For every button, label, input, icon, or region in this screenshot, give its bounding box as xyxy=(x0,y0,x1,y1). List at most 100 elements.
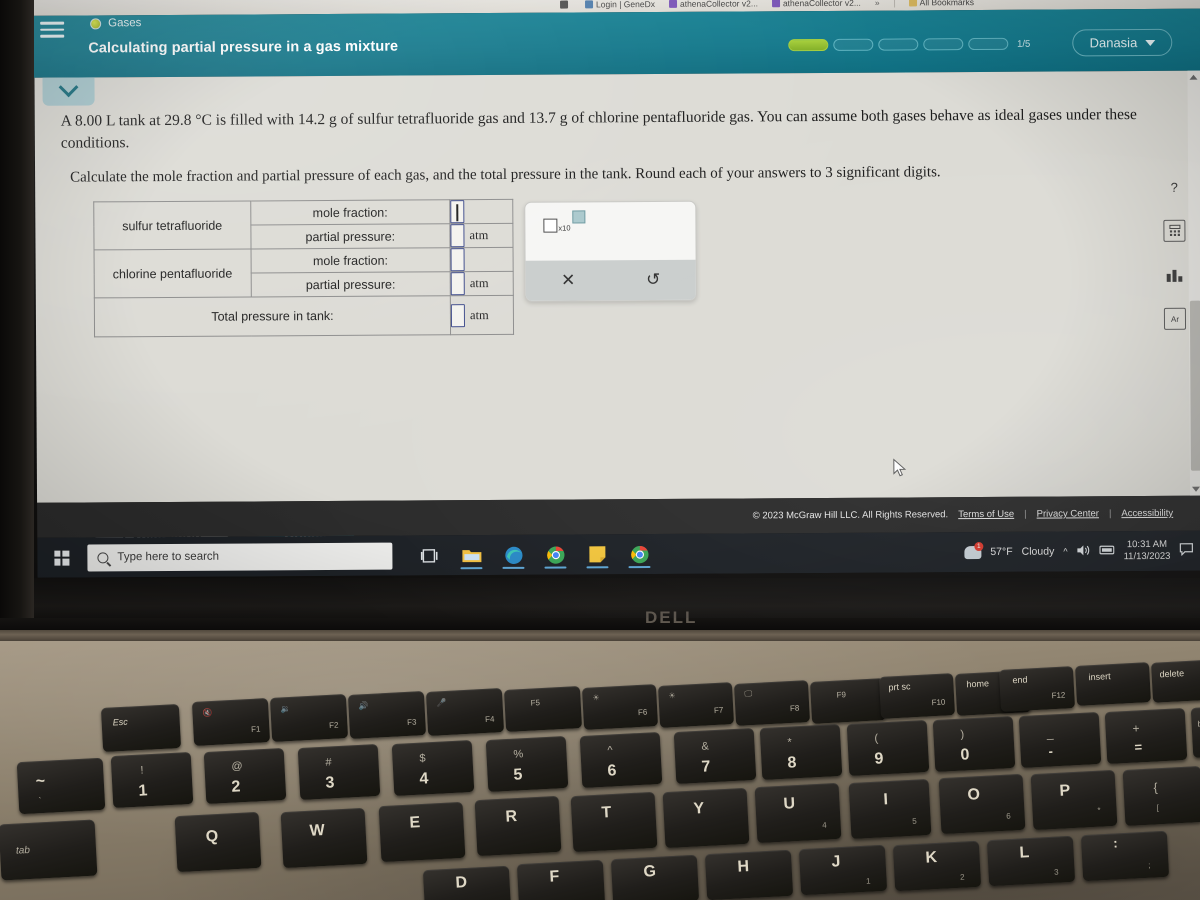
key-9[interactable]: ( 9 xyxy=(846,719,930,777)
start-button[interactable] xyxy=(37,537,85,577)
bookmark-item[interactable]: athenaCollector v2... xyxy=(771,0,861,8)
key-g[interactable]: G xyxy=(610,854,700,900)
key-r[interactable]: R xyxy=(474,795,562,857)
mole-fraction-input-clf5[interactable] xyxy=(450,248,465,272)
key-8[interactable]: * 8 xyxy=(759,723,843,781)
user-menu-button[interactable]: Danasia xyxy=(1072,28,1173,57)
key-esc[interactable]: Esc xyxy=(100,703,182,753)
scroll-up-arrow-icon[interactable] xyxy=(1189,74,1198,80)
key-f[interactable]: F xyxy=(516,859,606,900)
key-1[interactable]: ! 1 xyxy=(110,751,194,809)
key-label-alt: 3 xyxy=(1053,867,1059,877)
key-backtick[interactable]: ~ ` xyxy=(16,757,106,815)
key-i[interactable]: I 5 xyxy=(848,778,932,840)
search-input[interactable]: Type here to search xyxy=(87,542,393,571)
key-2[interactable]: @ 2 xyxy=(203,747,287,805)
answer-field-cell: atm xyxy=(450,295,514,335)
mole-fraction-input-sf4[interactable] xyxy=(450,200,465,224)
key-f12-end[interactable]: end F12 xyxy=(998,666,1076,712)
key-k[interactable]: K 2 xyxy=(892,840,982,892)
species-label: chlorine pentafluoride xyxy=(94,248,251,298)
key-t[interactable]: T xyxy=(570,791,658,853)
chrome-browser-icon-2[interactable] xyxy=(626,539,652,569)
key-f8[interactable]: 🖵 F8 xyxy=(733,680,811,726)
key-d[interactable]: D xyxy=(422,865,512,900)
key-backspace[interactable]: backspace xyxy=(1190,704,1200,758)
key-equals[interactable]: + = xyxy=(1104,707,1188,765)
bookmark-item[interactable]: athenaCollector v2... xyxy=(668,0,758,9)
clear-button[interactable]: ✕ xyxy=(561,270,575,290)
key-5[interactable]: % 5 xyxy=(485,735,569,793)
key-label: insert xyxy=(1088,671,1111,683)
key-7[interactable]: & 7 xyxy=(673,727,757,785)
key-tab[interactable]: tab xyxy=(0,819,98,881)
chrome-browser-icon[interactable] xyxy=(542,540,568,570)
all-bookmarks-button[interactable]: All Bookmarks xyxy=(908,0,974,7)
help-icon[interactable]: ? xyxy=(1163,176,1185,198)
terms-of-use-link[interactable]: Terms of Use xyxy=(958,509,1014,520)
weather-cloud-icon[interactable]: 1 xyxy=(964,541,984,559)
key-3[interactable]: # 3 xyxy=(297,743,381,801)
weather-temperature[interactable]: 57°F xyxy=(990,546,1012,558)
system-tray: 1 57°F Cloudy ^ 10:31 AM 11/13/2023 xyxy=(964,539,1200,564)
partial-pressure-input-sf4[interactable] xyxy=(450,224,465,248)
bar-chart-icon[interactable] xyxy=(1164,264,1186,286)
key-f3[interactable]: 🔊 F3 xyxy=(347,691,427,739)
key-f4[interactable]: 🎤 F4 xyxy=(425,688,505,736)
total-pressure-input[interactable] xyxy=(450,303,466,327)
hamburger-icon[interactable] xyxy=(40,18,65,42)
key-w[interactable]: W xyxy=(280,807,368,869)
key-6[interactable]: ^ 6 xyxy=(579,731,663,789)
key-f10-prtsc[interactable]: prt sc F10 xyxy=(878,673,956,719)
key-f9[interactable]: F9 xyxy=(809,678,887,724)
bookmark-overflow-button[interactable]: » xyxy=(875,0,880,8)
volume-icon[interactable] xyxy=(1076,544,1090,559)
unit-label: atm xyxy=(469,276,489,291)
show-hidden-icons-chevron-icon[interactable]: ^ xyxy=(1063,546,1067,556)
network-icon[interactable] xyxy=(1099,544,1115,558)
periodic-table-icon[interactable]: Ar xyxy=(1163,307,1187,330)
key-delete[interactable]: delete xyxy=(1151,659,1200,703)
key-0[interactable]: ) 0 xyxy=(932,715,1016,773)
key-p[interactable]: P * xyxy=(1030,769,1118,831)
divider: | xyxy=(1108,508,1112,520)
calculator-icon[interactable] xyxy=(1163,219,1186,242)
key-insert[interactable]: insert xyxy=(1075,662,1151,706)
key-bracket-left[interactable]: { [ xyxy=(1122,765,1200,827)
key-f7[interactable]: ☀ F7 xyxy=(657,682,735,728)
privacy-center-link[interactable]: Privacy Center xyxy=(1037,508,1099,519)
notification-center-icon[interactable] xyxy=(1179,543,1193,559)
key-o[interactable]: O 6 xyxy=(938,773,1026,835)
key-h[interactable]: H xyxy=(704,849,794,900)
file-explorer-icon[interactable] xyxy=(458,540,484,570)
scrollbar-thumb[interactable] xyxy=(1189,300,1200,471)
task-view-icon[interactable] xyxy=(416,540,442,570)
weather-condition[interactable]: Cloudy xyxy=(1022,546,1055,558)
key-y[interactable]: Y xyxy=(662,787,750,849)
search-icon xyxy=(97,551,109,563)
bookmark-item[interactable] xyxy=(560,0,571,9)
key-q[interactable]: Q xyxy=(174,811,262,873)
sticky-notes-icon[interactable] xyxy=(584,539,610,569)
key-semicolon[interactable]: : ; xyxy=(1080,830,1170,882)
scientific-notation-button[interactable]: x10 xyxy=(543,210,586,233)
key-u[interactable]: U 4 xyxy=(754,782,842,844)
accessibility-link[interactable]: Accessibility xyxy=(1121,508,1173,519)
key-f2[interactable]: 🔉 F2 xyxy=(269,694,349,742)
key-f5[interactable]: F5 xyxy=(503,686,583,732)
edge-browser-icon[interactable] xyxy=(500,540,526,570)
key-f6[interactable]: ☀ F6 xyxy=(581,684,659,730)
key-f1[interactable]: 🔇 F1 xyxy=(191,698,271,746)
key-e[interactable]: E xyxy=(378,801,466,863)
key-j[interactable]: J 1 xyxy=(798,844,888,896)
scroll-down-arrow-icon[interactable] xyxy=(1191,486,1200,492)
clock[interactable]: 10:31 AM 11/13/2023 xyxy=(1123,539,1171,563)
collapse-header-button[interactable] xyxy=(42,77,95,106)
vertical-scrollbar[interactable] xyxy=(1187,70,1200,496)
key-minus[interactable]: _ - xyxy=(1018,711,1102,769)
undo-button[interactable]: ↺ xyxy=(646,270,660,290)
partial-pressure-input-clf5[interactable] xyxy=(450,272,465,296)
key-l[interactable]: L 3 xyxy=(986,835,1076,887)
bookmark-item[interactable]: Login | GeneDx xyxy=(585,0,655,9)
key-4[interactable]: $ 4 xyxy=(391,739,475,797)
